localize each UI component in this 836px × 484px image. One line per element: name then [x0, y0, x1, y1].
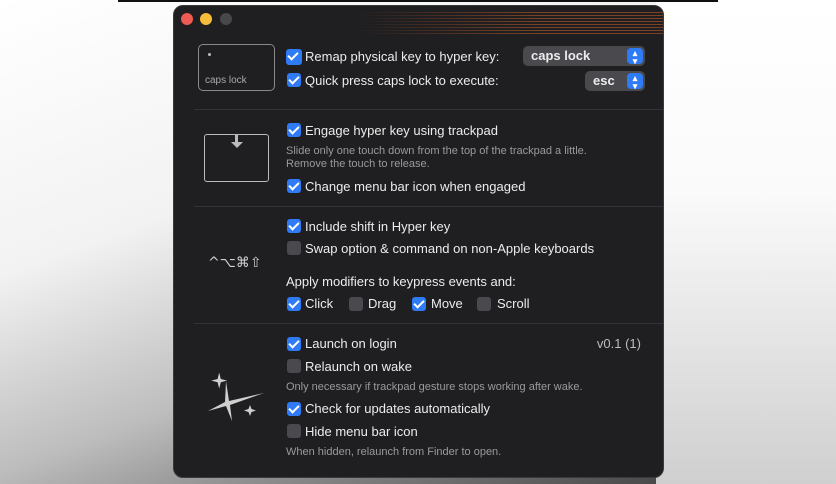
down-arrow-icon	[231, 142, 243, 148]
trackpad-icon	[204, 134, 269, 182]
relaunch-on-wake-checkbox[interactable]	[287, 359, 301, 373]
quick-press-select[interactable]: esc ▴ ▾	[585, 71, 645, 91]
caps-lock-indicator-icon	[208, 53, 211, 56]
relaunch-on-wake-label: Relaunch on wake	[305, 359, 412, 374]
modifier-symbols-icon: ^⌥⌘⇧	[208, 255, 262, 271]
chevron-up-down-icon: ▴ ▾	[627, 73, 643, 91]
drag-label: Drag	[368, 296, 397, 311]
chevron-up-down-icon: ▴ ▾	[627, 48, 643, 66]
background	[656, 0, 836, 484]
hyper-key-value: caps lock	[531, 48, 591, 63]
launch-on-login-label: Launch on login	[305, 336, 397, 351]
click-label: Click	[305, 296, 334, 311]
drag-checkbox[interactable]	[349, 297, 363, 311]
swap-option-command-checkbox[interactable]	[287, 241, 301, 255]
hyper-key-select[interactable]: caps lock ▴ ▾	[523, 46, 645, 66]
sparkles-icon	[208, 372, 264, 421]
move-checkbox[interactable]	[412, 297, 426, 311]
version-label: v0.1 (1)	[596, 336, 641, 351]
change-menu-icon-checkbox[interactable]	[287, 179, 301, 193]
scroll-label: Scroll	[497, 296, 530, 311]
engage-description-line1: Slide only one touch down from the top o…	[286, 145, 587, 157]
section-divider	[194, 206, 663, 207]
scroll-checkbox[interactable]	[477, 297, 491, 311]
top-divider	[118, 0, 718, 2]
hide-description: When hidden, relaunch from Finder to ope…	[286, 446, 502, 458]
settings-window: caps lock Remap physical key to hyper ke…	[173, 5, 664, 478]
relaunch-description: Only necessary if trackpad gesture stops…	[286, 381, 583, 393]
remap-checkbox[interactable]	[286, 49, 302, 65]
close-button[interactable]	[181, 13, 193, 25]
section-divider	[194, 323, 663, 324]
minimize-button[interactable]	[200, 13, 212, 25]
quick-press-value: esc	[593, 73, 615, 88]
move-label: Move	[431, 296, 463, 311]
engage-trackpad-checkbox[interactable]	[287, 123, 301, 137]
check-updates-label: Check for updates automatically	[305, 401, 490, 416]
apply-modifiers-label: Apply modifiers to keypress events and:	[286, 274, 516, 289]
change-menu-icon-label: Change menu bar icon when engaged	[305, 179, 526, 194]
include-shift-label: Include shift in Hyper key	[305, 219, 451, 234]
titlebar-decoration	[354, 12, 663, 34]
click-checkbox[interactable]	[287, 297, 301, 311]
quick-press-checkbox[interactable]	[287, 73, 301, 87]
hide-menu-icon-checkbox[interactable]	[287, 424, 301, 438]
hide-menu-icon-label: Hide menu bar icon	[305, 424, 418, 439]
zoom-button[interactable]	[220, 13, 232, 25]
check-updates-checkbox[interactable]	[287, 402, 301, 416]
key-preview: caps lock	[198, 44, 275, 91]
engage-trackpad-label: Engage hyper key using trackpad	[305, 123, 498, 138]
remap-label: Remap physical key to hyper key:	[305, 49, 500, 64]
key-preview-label: caps lock	[205, 75, 247, 86]
swap-option-command-label: Swap option & command on non-Apple keybo…	[305, 241, 595, 256]
section-divider	[194, 109, 663, 110]
engage-description-line2: Remove the touch to release.	[286, 158, 430, 170]
launch-on-login-checkbox[interactable]	[287, 337, 301, 351]
quick-press-label: Quick press caps lock to execute:	[305, 73, 499, 88]
include-shift-checkbox[interactable]	[287, 219, 301, 233]
